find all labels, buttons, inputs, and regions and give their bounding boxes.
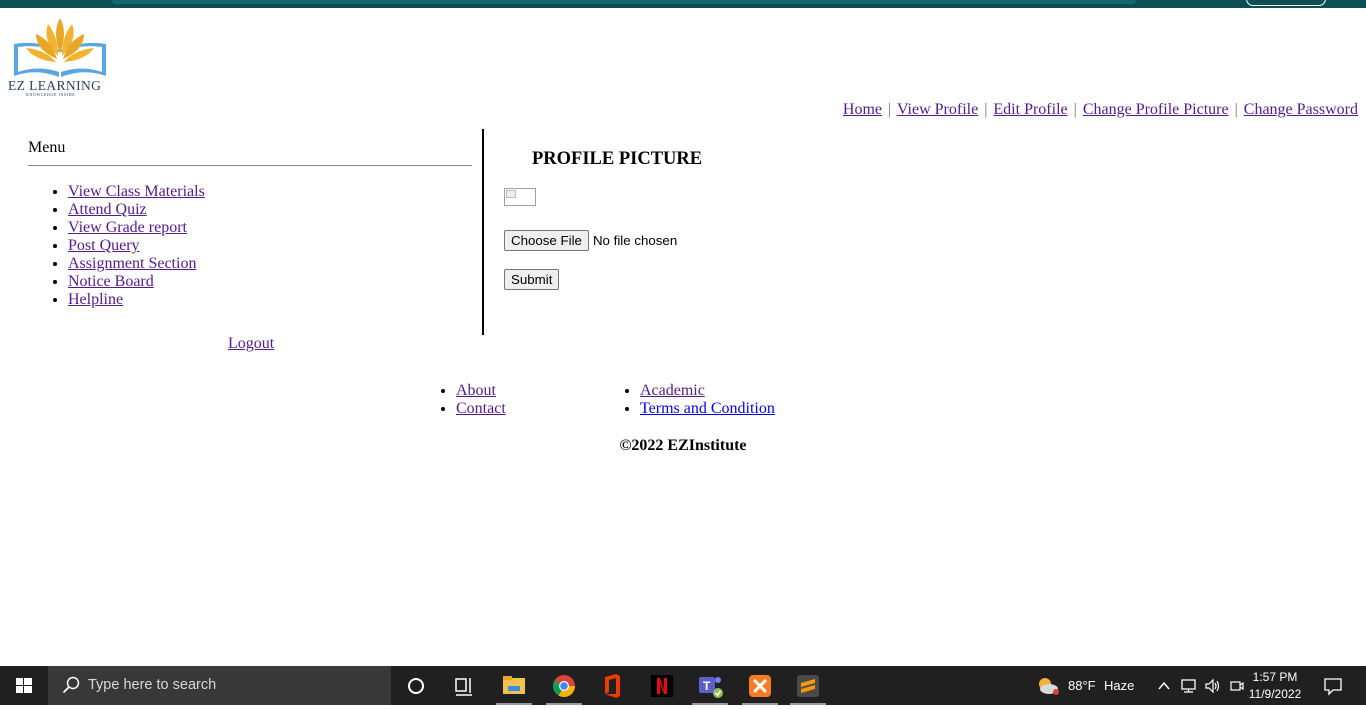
nav-separator: |: [1073, 101, 1077, 118]
footer-links-right: Academic Terms and Condition: [622, 382, 775, 418]
sidebar-item-attend-quiz[interactable]: Attend Quiz: [68, 201, 147, 218]
nav-home-link[interactable]: Home: [843, 101, 882, 118]
chevron-up-icon[interactable]: [1156, 678, 1172, 694]
sidebar-title: Menu: [28, 139, 66, 156]
footer-about-link[interactable]: About: [456, 382, 496, 399]
nav-change-profile-picture-link[interactable]: Change Profile Picture: [1083, 101, 1229, 118]
clock-date: 11/9/2022: [1248, 687, 1302, 701]
nav-separator: |: [984, 101, 988, 118]
network-icon[interactable]: [1180, 677, 1198, 695]
nav-view-profile-link[interactable]: View Profile: [897, 101, 978, 118]
sidebar-item: Post Query: [68, 237, 205, 255]
footer-terms-link[interactable]: Terms and Condition: [640, 400, 775, 417]
xampp-icon[interactable]: [740, 666, 780, 705]
start-button[interactable]: [0, 666, 48, 705]
sidebar-item-view-grade-report[interactable]: View Grade report: [68, 219, 187, 236]
choose-file-button[interactable]: Choose File: [504, 230, 589, 251]
top-navigation: Home | View Profile | Edit Profile | Cha…: [843, 101, 1358, 119]
file-status-text: No file chosen: [592, 233, 678, 248]
nav-separator: |: [1234, 101, 1238, 118]
copyright-text: ©2022 EZInstitute: [619, 437, 747, 454]
sidebar-item: Assignment Section: [68, 255, 205, 273]
footer-item: Academic: [640, 382, 775, 400]
cortana-icon[interactable]: [396, 666, 436, 705]
search-placeholder: Type here to search: [88, 677, 217, 693]
taskbar-clock[interactable]: 1:57 PM 11/9/2022: [1240, 669, 1310, 703]
book-leaf-logo-icon: [14, 18, 106, 77]
browser-button-edge[interactable]: [1246, 0, 1326, 6]
weather-haze-icon[interactable]: [1036, 674, 1060, 698]
teams-icon[interactable]: T: [690, 666, 730, 705]
file-explorer-icon[interactable]: [494, 666, 534, 705]
clock-time: 1:57 PM: [1252, 670, 1298, 684]
footer-item: Terms and Condition: [640, 400, 775, 418]
profile-picture-image: [504, 188, 536, 206]
nav-edit-profile-link[interactable]: Edit Profile: [993, 101, 1067, 118]
weather-description[interactable]: Haze: [1104, 678, 1134, 693]
browser-top-strip: [0, 0, 1366, 8]
sidebar-item-assignment-section[interactable]: Assignment Section: [68, 255, 196, 272]
page-title: PROFILE PICTURE: [532, 149, 703, 169]
notifications-icon[interactable]: [1323, 676, 1343, 696]
volume-icon[interactable]: [1204, 677, 1222, 695]
site-logo: EZ LEARNING KNOWLEDGE INSIDE: [8, 14, 112, 98]
office-icon[interactable]: [592, 666, 632, 705]
sidebar-vertical-divider: [482, 129, 484, 335]
search-icon: [62, 676, 80, 694]
chrome-icon[interactable]: [544, 666, 584, 705]
taskbar-search-box[interactable]: Type here to search: [48, 666, 391, 705]
sidebar-item-helpline[interactable]: Helpline: [68, 291, 123, 308]
browser-address-bar-edge[interactable]: [112, 0, 1136, 4]
svg-text:T: T: [703, 679, 711, 693]
sidebar-divider: [28, 165, 472, 166]
file-input[interactable]: Choose File No file chosen: [504, 230, 677, 251]
windows-taskbar: Type here to search T 88°F Haze 1:57 PM …: [0, 666, 1366, 705]
windows-logo-icon: [16, 678, 32, 693]
footer-links-left: About Contact: [438, 382, 506, 418]
footer-contact-link[interactable]: Contact: [456, 400, 506, 417]
sidebar-item: Attend Quiz: [68, 201, 205, 219]
netflix-icon[interactable]: [642, 666, 682, 705]
footer-item: Contact: [456, 400, 506, 418]
sidebar-item-post-query[interactable]: Post Query: [68, 237, 140, 254]
sidebar-menu: Menu View Class Materials Attend Quiz Vi…: [28, 129, 472, 335]
sidebar-list: View Class Materials Attend Quiz View Gr…: [28, 183, 205, 309]
footer-academic-link[interactable]: Academic: [640, 382, 705, 399]
weather-temperature[interactable]: 88°F: [1068, 678, 1096, 693]
sidebar-item-view-class-materials[interactable]: View Class Materials: [68, 183, 205, 200]
sidebar-item-notice-board[interactable]: Notice Board: [68, 273, 154, 290]
footer-item: About: [456, 382, 506, 400]
nav-separator: |: [888, 101, 892, 118]
sidebar-item: Notice Board: [68, 273, 205, 291]
sidebar-item: View Grade report: [68, 219, 205, 237]
logo-tagline: KNOWLEDGE INSIDE: [26, 92, 76, 97]
logout-link[interactable]: Logout: [228, 335, 274, 353]
sidebar-item: View Class Materials: [68, 183, 205, 201]
submit-button[interactable]: Submit: [504, 269, 560, 290]
nav-change-password-link[interactable]: Change Password: [1244, 101, 1358, 118]
sublime-text-icon[interactable]: [788, 666, 828, 705]
sidebar-item: Helpline: [68, 291, 205, 309]
task-view-icon[interactable]: [444, 666, 484, 705]
